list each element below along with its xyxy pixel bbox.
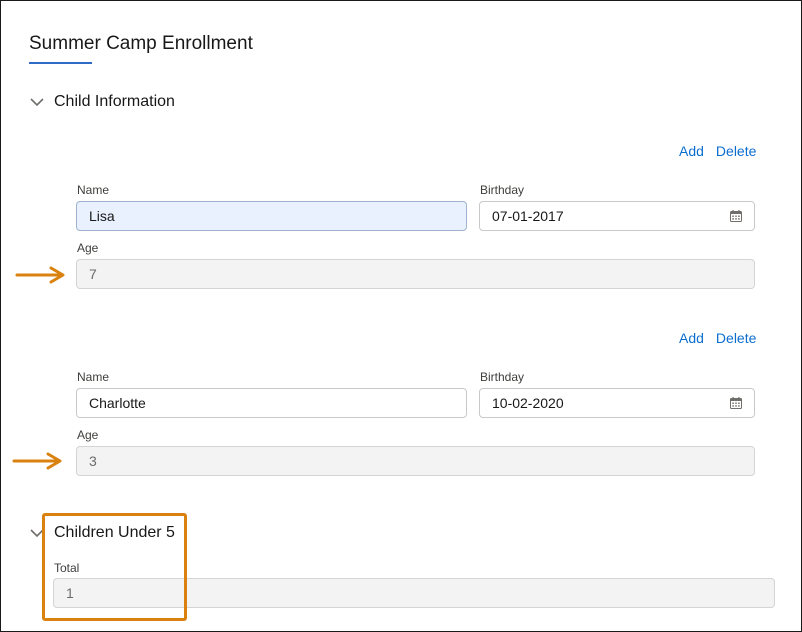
arrow-right-icon <box>15 266 65 284</box>
age-value: 7 <box>89 266 97 282</box>
title-underline <box>29 62 92 64</box>
section-header-child-information[interactable]: Child Information <box>30 93 175 111</box>
child-actions: Add Delete <box>679 143 756 159</box>
birthday-input[interactable]: 07-01-2017 <box>479 201 755 231</box>
name-input[interactable]: Lisa <box>76 201 467 231</box>
name-input-value: Charlotte <box>89 395 146 411</box>
section-title: Child Information <box>54 93 175 110</box>
add-button[interactable]: Add <box>679 143 704 159</box>
annotation-highlight-box <box>42 513 187 621</box>
age-field: 3 <box>76 446 755 476</box>
birthday-input[interactable]: 10-02-2020 <box>479 388 755 418</box>
name-input-value: Lisa <box>89 208 115 224</box>
calendar-icon[interactable] <box>730 397 742 409</box>
arrow-right-icon <box>12 452 62 470</box>
birthday-label: Birthday <box>480 183 525 197</box>
birthday-label: Birthday <box>480 370 525 384</box>
birthday-input-value: 07-01-2017 <box>492 208 564 224</box>
age-value: 3 <box>89 453 97 469</box>
page-title: Summer Camp Enrollment <box>29 33 253 54</box>
calendar-icon[interactable] <box>730 210 742 222</box>
age-label: Age <box>77 428 99 442</box>
child-actions: Add Delete <box>679 330 756 346</box>
delete-button[interactable]: Delete <box>716 330 756 346</box>
add-button[interactable]: Add <box>679 330 704 346</box>
age-label: Age <box>77 241 99 255</box>
birthday-input-value: 10-02-2020 <box>492 395 564 411</box>
form-container: Summer Camp Enrollment Child Information… <box>0 0 802 632</box>
age-field: 7 <box>76 259 755 289</box>
chevron-down-icon <box>30 98 44 107</box>
name-input[interactable]: Charlotte <box>76 388 467 418</box>
name-label: Name <box>77 183 110 197</box>
delete-button[interactable]: Delete <box>716 143 756 159</box>
name-label: Name <box>77 370 110 384</box>
